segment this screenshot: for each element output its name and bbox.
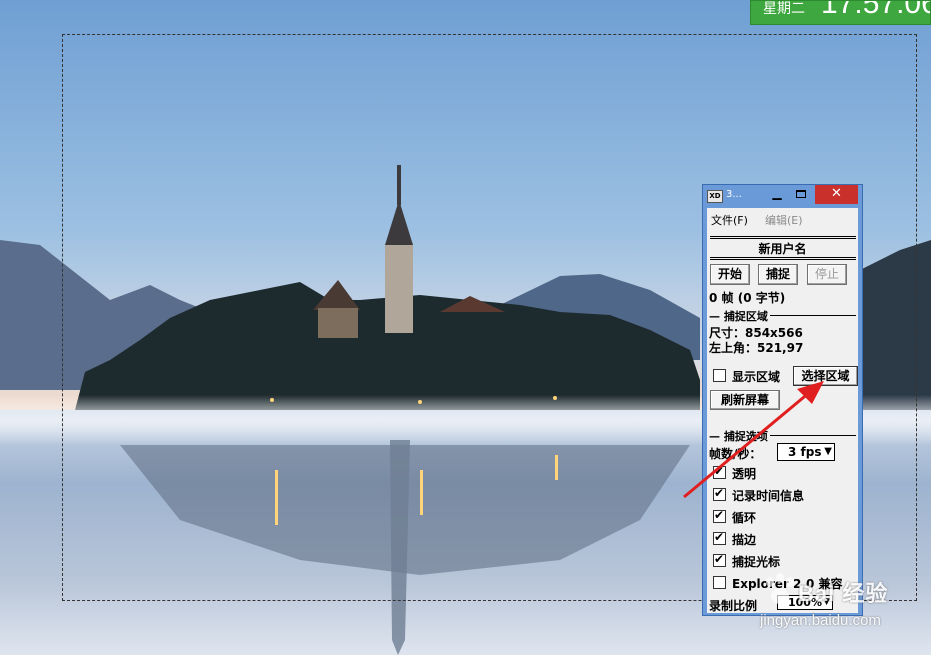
menu-bar: 文件(F) 编辑(E) <box>707 208 858 228</box>
capture-options-title-text: 捕捉选项 <box>723 430 768 443</box>
start-button[interactable]: 开始 <box>710 264 750 285</box>
username-label: 新用户名 <box>758 242 807 256</box>
maximize-icon <box>796 190 806 198</box>
capture-area-title: — 捕捉区域 <box>709 308 770 324</box>
section-dash: — <box>709 430 724 443</box>
divider <box>710 236 856 237</box>
section-dash: — <box>709 310 724 323</box>
divider <box>710 238 856 239</box>
fps-dropdown[interactable]: 3 fps ▼ <box>777 443 835 461</box>
minimize-button[interactable]: ▁ <box>766 185 788 204</box>
desktop-clock-widget: 星期二 17:57:06 <box>750 0 931 25</box>
maximize-button[interactable] <box>789 185 813 204</box>
capture-area-title-text: 捕捉区域 <box>723 310 768 323</box>
close-button[interactable]: ✕ <box>815 185 858 204</box>
option-checkbox[interactable] <box>713 464 726 479</box>
dropdown-arrow-icon: ▼ <box>824 446 832 457</box>
watermark: Bai 经验 jingyan.baidu.com <box>760 572 931 655</box>
zoom-label: 录制比例 <box>709 599 758 613</box>
close-icon: ✕ <box>831 186 842 201</box>
capture-options-title: — 捕捉选项 <box>709 428 770 444</box>
show-area-label: 显示区域 <box>732 370 781 384</box>
capture-button[interactable]: 捕捉 <box>758 264 798 285</box>
paw-logo-icon <box>766 573 794 604</box>
option-checkbox[interactable] <box>713 552 726 567</box>
option-checkbox[interactable] <box>713 576 726 589</box>
option-checkbox[interactable] <box>713 530 726 545</box>
capture-top-left: 左上角：521,97 <box>709 341 804 355</box>
option-label: 捕捉光标 <box>732 555 781 569</box>
watermark-domain: jingyan.baidu.com <box>760 612 881 629</box>
refresh-screen-button[interactable]: 刷新屏幕 <box>710 390 780 410</box>
option-checkbox[interactable] <box>713 486 726 501</box>
app-icon: XD <box>707 190 723 203</box>
option-label: 描边 <box>732 533 757 547</box>
menu-file[interactable]: 文件(F) <box>711 212 748 228</box>
fps-label: 帧数/秒： <box>709 447 762 461</box>
frame-count: 0 帧 (0 字节) <box>709 291 786 305</box>
capture-tool-window: XD 3... ▁ ✕ 文件(F) 编辑(E) 新用户名 开始 捕捉 停止 0 … <box>702 184 863 616</box>
title-bar[interactable]: XD 3... ▁ ✕ <box>703 185 862 207</box>
divider <box>710 257 856 258</box>
show-area-checkbox[interactable] <box>713 369 726 382</box>
menu-edit[interactable]: 编辑(E) <box>765 212 803 228</box>
clock-time: 17:57:06 <box>821 0 931 20</box>
fps-value: 3 fps <box>788 445 822 459</box>
option-label: 透明 <box>732 467 757 481</box>
option-checkbox[interactable] <box>713 508 726 523</box>
minimize-icon: ▁ <box>772 186 782 200</box>
watermark-brand: Bai 经验 <box>798 581 889 606</box>
window-client-area: 文件(F) 编辑(E) 新用户名 开始 捕捉 停止 0 帧 (0 字节) — 捕… <box>707 208 858 613</box>
window-title: 3... <box>726 189 742 200</box>
option-label: 循环 <box>732 511 757 525</box>
stop-button[interactable]: 停止 <box>807 264 847 285</box>
divider <box>710 259 856 260</box>
select-area-button[interactable]: 选择区域 <box>793 366 858 386</box>
clock-day: 星期二 <box>763 0 805 16</box>
option-label: 记录时间信息 <box>732 489 805 503</box>
